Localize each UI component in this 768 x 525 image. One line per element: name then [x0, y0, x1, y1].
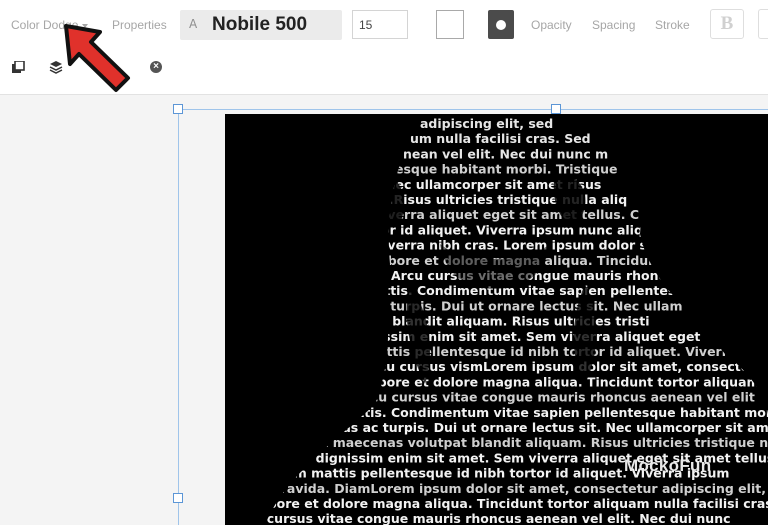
text-art-line: n.Risus ultricies tristique nulla aliq [380, 192, 627, 207]
text-art-line: c cursus vitae congue mauris rhoncus aen… [255, 511, 731, 525]
text-art-line: gittis. Condimentum vitae sapien pellent… [371, 283, 702, 298]
circle-icon [496, 20, 506, 30]
text-art-line: pat maecenas volutpat blandit aliquam. R… [305, 435, 768, 450]
spacing-button[interactable]: Spacing [592, 18, 635, 32]
font-family-value: Nobile 500 [212, 14, 308, 35]
font-icon: A [189, 17, 198, 31]
resize-handle-middle-left[interactable] [173, 493, 183, 503]
text-art-line: viverra aliquet eget sit amet tellus. C [375, 207, 639, 222]
text-art-line: tor id aliquet. Viverra ipsum nunc aliq [375, 222, 643, 237]
canvas-artwork[interactable]: adipiscing elit, sed um nulla facilisi cr… [225, 114, 768, 525]
text-art-line: adipiscing elit, sed [420, 116, 553, 131]
opacity-button[interactable]: Opacity [531, 18, 572, 32]
resize-handle-top-middle[interactable] [551, 104, 561, 114]
text-art-line: esque habitant morbi. Tristique [395, 162, 618, 177]
text-color-swatch[interactable] [436, 10, 464, 39]
selection-line-left [178, 109, 179, 525]
duplicate-icon[interactable] [12, 60, 25, 77]
text-art-line: labore et dolore magna aliqua. Tincidunt… [255, 496, 768, 511]
stroke-button[interactable]: Stroke [655, 18, 690, 32]
font-family-select[interactable]: A Nobile 500 [180, 10, 342, 40]
text-art-line: Arcu cursus vitae congue mauris rhoncus … [355, 390, 755, 405]
text-art-line: um nulla facilisi cras. Sed [410, 131, 591, 146]
bold-button[interactable]: B [710, 9, 744, 39]
watermark-text: MockoFun [624, 456, 712, 475]
close-icon[interactable]: × [150, 61, 162, 73]
text-art-line: s gravida. DiamLorem ipsum dolor sit ame… [260, 481, 768, 496]
shadow-toggle-button[interactable] [488, 10, 514, 39]
italic-button[interactable] [758, 9, 768, 39]
text-art-line: gittis. Condimentum vitae sapien pellent… [345, 405, 768, 420]
font-size-input[interactable]: 15 [352, 10, 408, 39]
text-art-line: nean vel elit. Nec dui nunc m [403, 146, 608, 161]
text-art-line: enas ac turpis. Dui ut ornare lectus sit… [325, 420, 768, 435]
selection-line-top [178, 109, 768, 110]
resize-handle-top-left[interactable] [173, 104, 183, 114]
pointer-arrow-icon [64, 24, 130, 92]
text-art-line: viverra nibh cras. Lorem ipsum dolor sit [375, 238, 657, 253]
